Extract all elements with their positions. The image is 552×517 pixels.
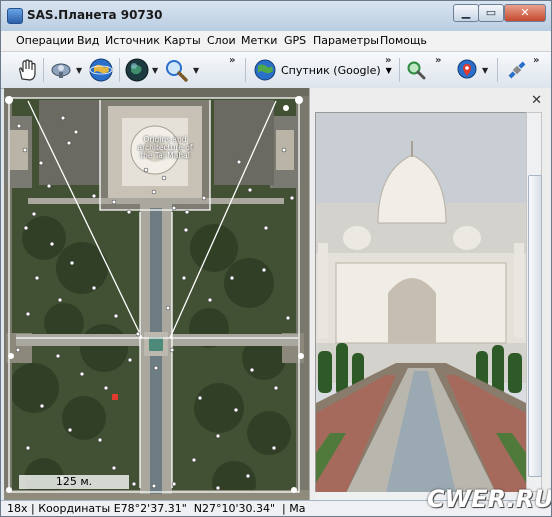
hand-icon[interactable] [13,56,41,84]
globe-icon[interactable] [87,56,115,84]
satellite-dish-icon[interactable] [47,56,75,84]
panel-close-icon[interactable]: ✕ [531,93,542,108]
maximize-button[interactable]: ▭ [478,4,504,22]
map-type-selector[interactable]: Спутник (Google) ▼ [253,58,392,82]
status-coordinates: 18x | Координаты E78°2'37.31" N27°10'30.… [7,502,306,515]
satellite-map[interactable]: Origins and architecture of the Taj Maha… [4,88,309,500]
dropdown-arrow-icon[interactable]: ▼ [482,66,488,75]
toolbar-separator [43,58,44,82]
watermark-logo: CWER.RU [427,485,552,513]
dropdown-arrow-icon[interactable]: ▼ [193,66,199,75]
toolbar-separator [119,58,120,82]
app-icon [7,8,23,24]
toolbar-overflow-icon[interactable]: » [385,55,392,66]
menu-help[interactable]: Помощь [380,34,427,47]
place-photo [315,112,527,494]
globe-dark-icon[interactable] [123,56,151,84]
menu-settings[interactable]: Параметры [313,34,379,47]
menu-operations[interactable]: Операции [16,34,74,47]
toolbar: ▼ ▼ ▼ » Спутник (Google) ▼ » » ▼ » [1,52,551,89]
magnifier-icon[interactable] [162,56,190,84]
menu-bar: Операции Вид Источник Карты Слои Метки G… [1,31,551,52]
toolbar-separator [245,58,246,82]
menu-gps[interactable]: GPS [284,34,306,47]
menu-maps[interactable]: Карты [164,34,201,47]
window-title: SAS.Планета 90730 [27,8,163,22]
toolbar-separator [497,58,498,82]
title-bar[interactable]: SAS.Планета 90730 ▁ ▭ ✕ [1,1,551,31]
minimize-button[interactable]: ▁ [453,4,479,22]
app-window: SAS.Планета 90730 ▁ ▭ ✕ Операции Вид Ист… [0,0,552,517]
vertical-scrollbar[interactable] [526,112,542,492]
toolbar-overflow-icon[interactable]: » [533,55,540,66]
dropdown-arrow-icon: ▼ [385,65,392,75]
toolbar-overflow-icon[interactable]: » [435,55,442,66]
dropdown-arrow-icon[interactable]: ▼ [152,66,158,75]
close-button[interactable]: ✕ [504,4,546,22]
toolbar-overflow-icon[interactable]: » [229,55,236,66]
map-type-label: Спутник (Google) [281,63,381,77]
menu-layers[interactable]: Слои [207,34,236,47]
scrollbar-thumb[interactable] [528,175,542,477]
map-placemark-label[interactable]: Origins and architecture of the Taj Maha… [132,136,198,160]
menu-marks[interactable]: Метки [241,34,277,47]
menu-view[interactable]: Вид [77,34,99,47]
earth-icon [254,59,276,81]
layer-marker-icon[interactable] [453,56,481,84]
dropdown-arrow-icon[interactable]: ▼ [76,66,82,75]
photo-panel: ✕ [309,88,551,500]
satellite-small-icon[interactable] [503,56,531,84]
menu-source[interactable]: Источник [105,34,160,47]
map-scale-bar: 125 м. [19,475,129,489]
search-marks-icon[interactable] [402,56,430,84]
toolbar-separator [399,58,400,82]
